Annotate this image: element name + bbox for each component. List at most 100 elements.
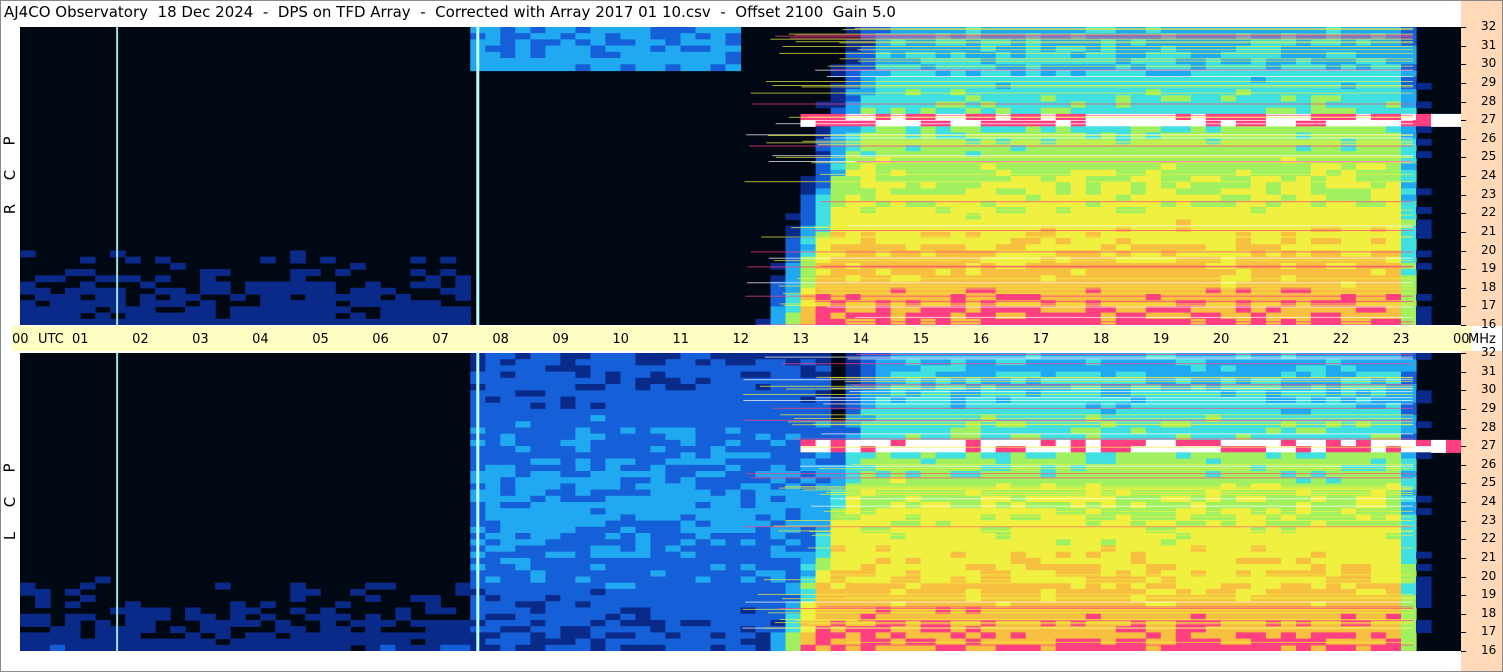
spectrogram-cell	[455, 281, 471, 289]
spectrogram-cell	[1325, 244, 1342, 252]
spectrogram-cell	[1040, 213, 1057, 221]
spectrogram-cell	[1040, 365, 1057, 373]
spectrogram-cell	[755, 626, 772, 633]
spectrogram-cell	[980, 539, 997, 547]
spectrogram-cell	[590, 427, 606, 435]
spectrogram-cell	[1145, 82, 1162, 90]
spectrogram-cell	[800, 396, 817, 404]
spectrogram-cell	[1085, 545, 1102, 553]
spectrogram-cell	[785, 570, 802, 578]
spectrogram-cell	[80, 638, 96, 646]
spectrogram-cell	[755, 471, 772, 478]
spectrogram-cell	[620, 495, 636, 503]
spectrogram-cell	[770, 439, 787, 447]
spectrogram-cell	[905, 188, 922, 196]
spectrogram-cell	[695, 613, 712, 621]
spectrogram-cell	[965, 231, 982, 239]
spectrogram-cell	[500, 508, 516, 515]
spectrogram-cell	[1010, 231, 1027, 239]
spectrogram-cell	[920, 294, 937, 301]
spectrogram-cell	[695, 359, 712, 366]
spectrogram-cell	[815, 169, 832, 177]
spectrogram-cell	[1070, 82, 1087, 90]
spectrogram-cell	[65, 638, 81, 646]
spectrogram-cell	[770, 502, 787, 509]
spectrogram-cell	[365, 595, 381, 602]
spectrogram-cell	[1025, 526, 1042, 534]
spectrogram-cell	[650, 353, 666, 360]
spectrogram-cell	[860, 632, 877, 640]
spectrogram-cell	[1205, 644, 1222, 651]
spectrogram-cell	[125, 306, 141, 314]
spectrogram-cell	[1100, 89, 1117, 96]
spectrogram-cell	[1325, 169, 1342, 177]
spectrogram-cell	[530, 582, 546, 590]
spectrogram-cell	[575, 477, 591, 484]
spectrogram-cell	[1100, 213, 1117, 221]
spectrogram-cell	[920, 194, 937, 202]
spectrogram-cell	[950, 359, 967, 366]
spectrogram-cell	[1205, 359, 1222, 366]
interference-streak	[834, 69, 1413, 71]
spectrogram-cell	[935, 582, 952, 590]
spectrogram-cell	[815, 182, 832, 189]
spectrogram-cell	[530, 595, 546, 602]
spectrogram-cell	[560, 371, 576, 379]
spectrogram-cell	[785, 458, 802, 466]
spectrogram-cell	[1130, 89, 1147, 96]
spectrogram-cell	[485, 588, 501, 596]
spectrogram-cell	[920, 82, 937, 90]
spectrogram-cell	[920, 51, 937, 59]
spectrogram-cell	[1100, 95, 1117, 103]
spectrogram-cell	[80, 269, 96, 276]
spectrogram-cell	[1401, 82, 1417, 90]
spectrogram-cell	[1160, 163, 1177, 171]
spectrogram-cell	[770, 570, 787, 578]
spectrogram-cell	[1100, 82, 1117, 90]
spectrogram-cell	[950, 101, 967, 109]
spectrogram-cell	[830, 545, 847, 553]
interference-streak	[857, 49, 1413, 51]
spectrogram-cell	[950, 269, 967, 276]
spectrogram-cell	[335, 269, 351, 276]
spectrogram-cell	[635, 402, 651, 410]
spectrogram-cell	[440, 632, 456, 640]
spectrogram-cell	[1070, 294, 1087, 301]
spectrogram-cell	[995, 502, 1012, 509]
spectrogram-cell	[560, 452, 576, 460]
spectrogram-cell	[815, 433, 832, 441]
spectrogram-cell	[770, 464, 787, 472]
spectrogram-cell	[545, 483, 561, 491]
interference-streak	[802, 140, 1413, 142]
spectrogram-cell	[710, 64, 727, 72]
spectrogram-cell	[755, 483, 772, 491]
spectrogram-cell	[560, 415, 576, 422]
spectrogram-cell	[635, 408, 651, 416]
spectrogram-cell	[50, 644, 66, 651]
spectrogram-cell	[635, 51, 651, 59]
spectrogram-cell	[1040, 626, 1057, 633]
spectrogram-cell	[830, 452, 847, 460]
spectrogram-cell	[500, 421, 516, 429]
spectrogram-cell	[635, 601, 651, 609]
spectrogram-cell	[635, 390, 651, 398]
spectrogram-cell	[1085, 644, 1102, 651]
spectrogram-cell	[500, 545, 516, 553]
spectrogram-cell	[485, 526, 501, 534]
spectrogram-cell	[890, 564, 907, 571]
spectrogram-cell	[1190, 163, 1207, 171]
spectrogram-cell	[245, 306, 261, 314]
spectrogram-cell	[545, 439, 561, 447]
spectrogram-cell	[515, 421, 531, 429]
spectrogram-cell	[320, 281, 336, 289]
spectrogram-cell	[1025, 244, 1042, 252]
spectrogram-cell	[1175, 439, 1192, 447]
spectrogram-cell	[740, 377, 757, 385]
spectrogram-cell	[905, 557, 922, 565]
spectrogram-cell	[980, 231, 997, 239]
spectrogram-cell	[530, 514, 546, 522]
spectrogram-cell	[995, 626, 1012, 633]
spectrogram-cell	[1220, 545, 1237, 553]
spectrogram-cell	[800, 458, 817, 466]
interference-streak	[839, 58, 1413, 60]
